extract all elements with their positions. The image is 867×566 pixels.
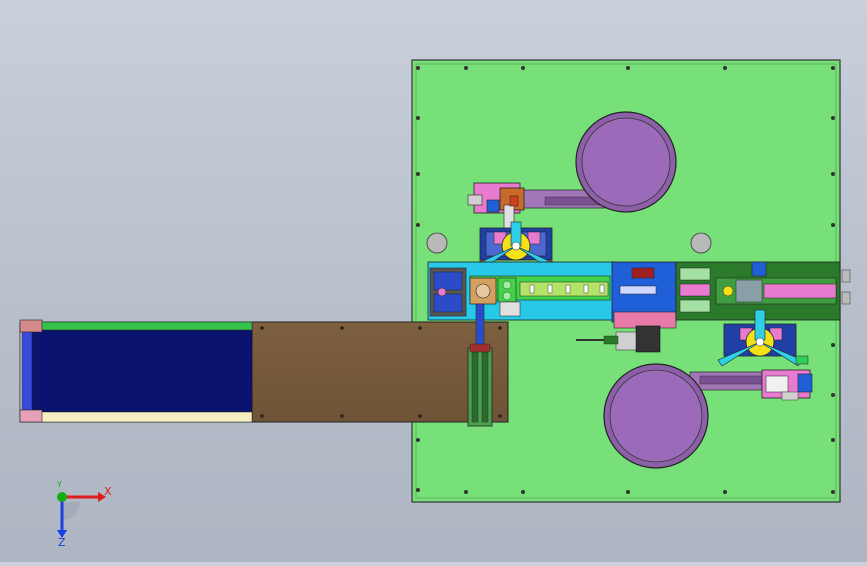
pick-unit-bottom-right[interactable] [761, 369, 813, 401]
cad-viewport[interactable]: X Y Z [0, 0, 867, 562]
z-axis-label: Z [58, 536, 66, 549]
linear-track[interactable] [427, 261, 617, 321]
axis-triad: X Y Z [40, 480, 120, 550]
y-axis-dot [57, 492, 67, 502]
belt-conveyor[interactable] [19, 319, 253, 423]
y-axis-label: Y [57, 480, 62, 489]
assembly-drawing[interactable] [0, 0, 867, 562]
feed-table[interactable] [249, 303, 509, 427]
side-brackets [841, 269, 851, 305]
x-axis-label: X [104, 485, 112, 498]
